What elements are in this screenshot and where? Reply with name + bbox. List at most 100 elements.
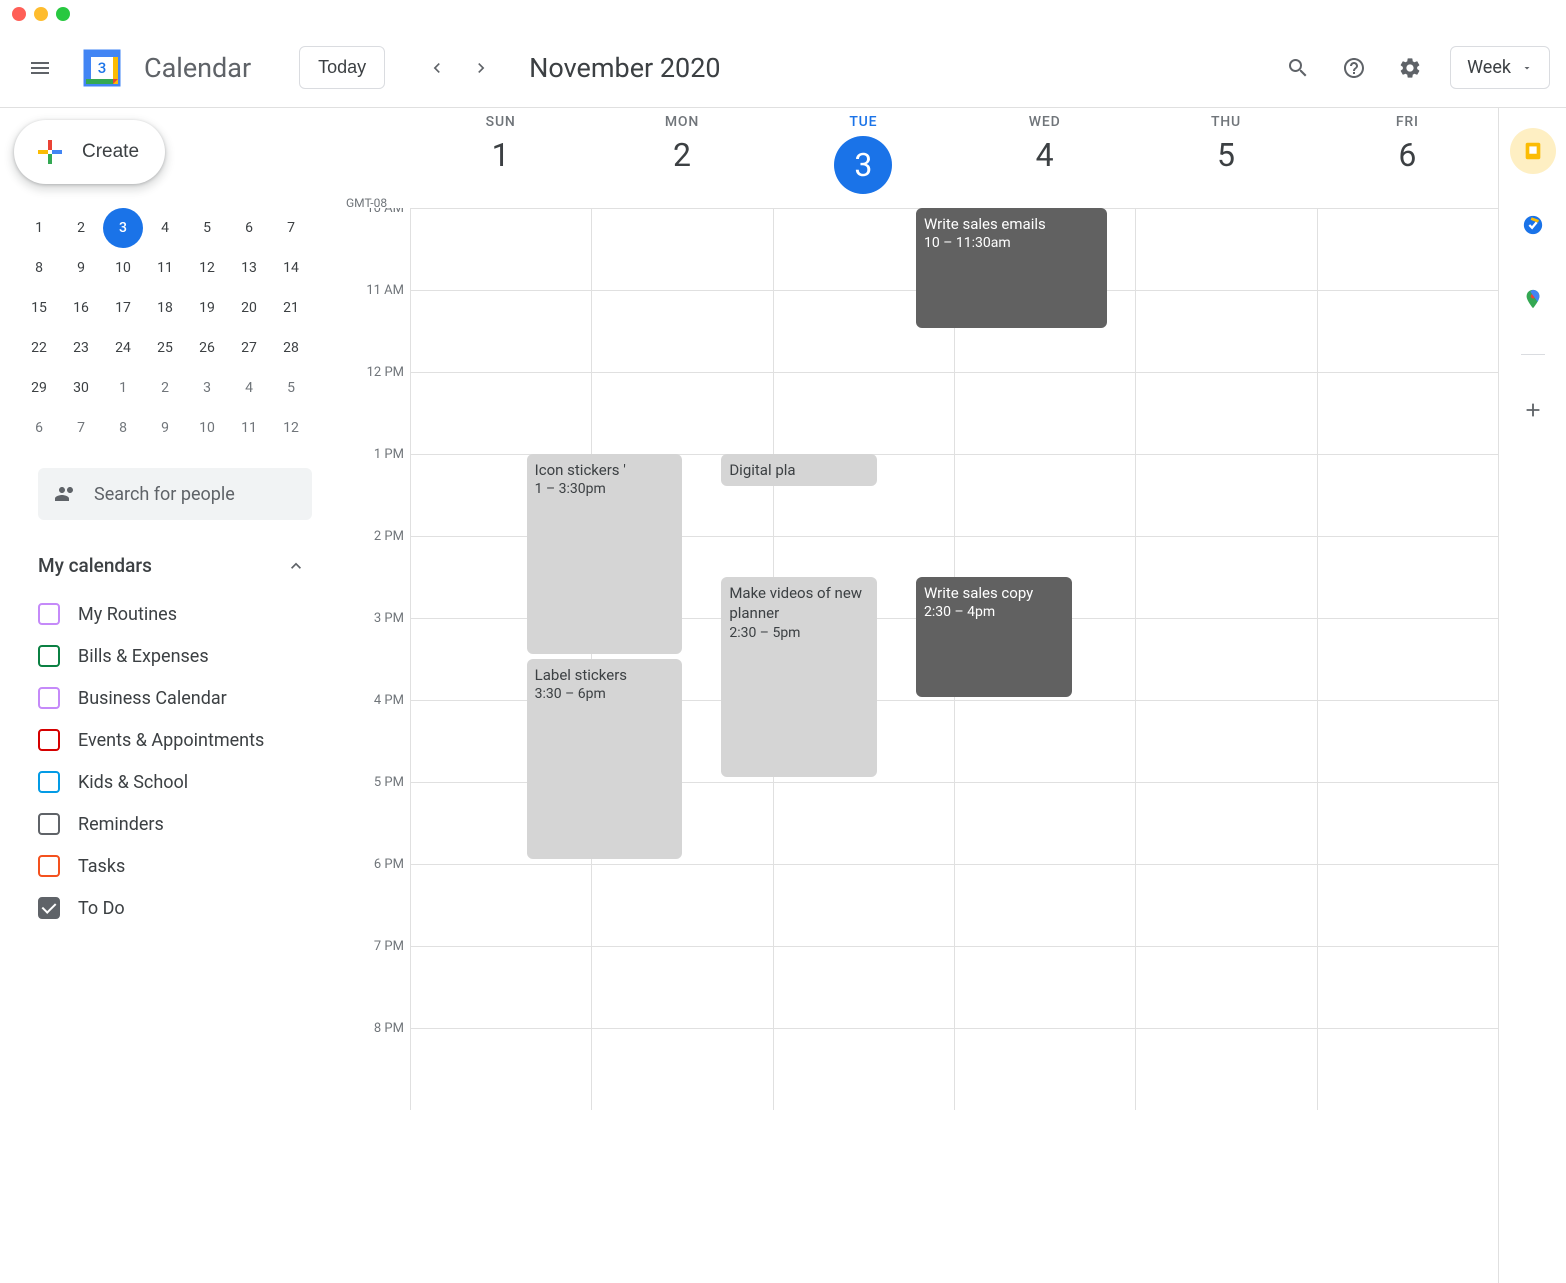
time-slot[interactable] xyxy=(1317,455,1498,536)
time-slot[interactable] xyxy=(1135,947,1316,1028)
time-slot[interactable] xyxy=(1317,701,1498,782)
mini-calendar-day[interactable]: 24 xyxy=(103,328,143,368)
time-slot[interactable] xyxy=(1317,947,1498,1028)
time-slot[interactable] xyxy=(954,1029,1135,1110)
calendar-checkbox[interactable] xyxy=(38,897,60,919)
mini-calendar-day[interactable]: 22 xyxy=(19,328,59,368)
calendar-item[interactable]: To Do xyxy=(38,887,306,929)
time-slot[interactable] xyxy=(954,373,1135,454)
mini-calendar-day[interactable]: 27 xyxy=(229,328,269,368)
calendar-event[interactable]: Write sales emails10 – 11:30am xyxy=(916,208,1107,328)
mini-calendar-day[interactable]: 3 xyxy=(187,368,227,408)
next-week-button[interactable] xyxy=(461,48,501,88)
time-slot[interactable] xyxy=(954,455,1135,536)
calendar-item[interactable]: Events & Appointments xyxy=(38,719,306,761)
mini-calendar-day[interactable]: 12 xyxy=(271,408,311,448)
mini-calendar-day[interactable]: 1 xyxy=(103,368,143,408)
mini-calendar-day[interactable]: 25 xyxy=(145,328,185,368)
mini-calendar-day[interactable]: 5 xyxy=(187,208,227,248)
mini-calendar-day[interactable]: 11 xyxy=(229,408,269,448)
my-calendars-toggle[interactable]: My calendars xyxy=(38,546,306,585)
time-slot[interactable] xyxy=(591,865,772,946)
mini-calendar-day[interactable]: 16 xyxy=(61,288,101,328)
calendar-checkbox[interactable] xyxy=(38,855,60,877)
mini-calendar-day[interactable]: 11 xyxy=(145,248,185,288)
mini-calendar-day[interactable]: 14 xyxy=(271,248,311,288)
mini-calendar-day[interactable]: 3 xyxy=(103,208,143,248)
mini-calendar-day[interactable]: 10 xyxy=(187,408,227,448)
mini-calendar-day[interactable]: 29 xyxy=(19,368,59,408)
tasks-button[interactable] xyxy=(1510,202,1556,248)
calendar-item[interactable]: Bills & Expenses xyxy=(38,635,306,677)
mini-calendar-day[interactable]: 20 xyxy=(229,288,269,328)
time-slot[interactable] xyxy=(1135,701,1316,782)
calendar-item[interactable]: Tasks xyxy=(38,845,306,887)
time-slot[interactable] xyxy=(1135,373,1316,454)
day-header[interactable]: MON2 xyxy=(591,108,772,208)
mini-calendar-day[interactable]: 23 xyxy=(61,328,101,368)
mini-calendar-day[interactable]: 1 xyxy=(19,208,59,248)
mini-calendar-day[interactable]: 5 xyxy=(271,368,311,408)
mini-calendar-day[interactable]: 4 xyxy=(145,208,185,248)
calendar-item[interactable]: Reminders xyxy=(38,803,306,845)
support-button[interactable] xyxy=(1330,44,1378,92)
calendar-event[interactable]: Digital pla xyxy=(721,454,877,486)
time-slot[interactable] xyxy=(773,865,954,946)
time-slot[interactable] xyxy=(1317,783,1498,864)
close-window-button[interactable] xyxy=(12,7,26,21)
mini-calendar-day[interactable]: 12 xyxy=(187,248,227,288)
mini-calendar-day[interactable]: 18 xyxy=(145,288,185,328)
mini-calendar-day[interactable]: 15 xyxy=(19,288,59,328)
time-slot[interactable] xyxy=(410,947,591,1028)
time-slot[interactable] xyxy=(1135,865,1316,946)
mini-calendar-day[interactable]: 26 xyxy=(187,328,227,368)
time-slot[interactable] xyxy=(1135,455,1316,536)
time-slot[interactable] xyxy=(1135,209,1316,290)
mini-calendar-day[interactable]: 4 xyxy=(229,368,269,408)
time-slot[interactable] xyxy=(1317,537,1498,618)
mini-calendar-day[interactable]: 7 xyxy=(61,408,101,448)
time-slot[interactable] xyxy=(954,701,1135,782)
calendar-checkbox[interactable] xyxy=(38,771,60,793)
mini-calendar-day[interactable]: 8 xyxy=(103,408,143,448)
time-slot[interactable] xyxy=(410,291,591,372)
day-header[interactable]: WED4 xyxy=(954,108,1135,208)
time-slot[interactable] xyxy=(1135,1029,1316,1110)
time-slot[interactable] xyxy=(954,865,1135,946)
today-button[interactable]: Today xyxy=(299,46,385,89)
mini-calendar-day[interactable]: 28 xyxy=(271,328,311,368)
mini-calendar-day[interactable]: 2 xyxy=(61,208,101,248)
mini-calendar-day[interactable]: 21 xyxy=(271,288,311,328)
day-header[interactable]: FRI6 xyxy=(1317,108,1498,208)
time-slot[interactable] xyxy=(591,373,772,454)
calendar-event[interactable]: Make videos of new planner2:30 – 5pm xyxy=(721,577,877,777)
prev-week-button[interactable] xyxy=(417,48,457,88)
calendar-checkbox[interactable] xyxy=(38,687,60,709)
search-button[interactable] xyxy=(1274,44,1322,92)
mini-calendar-day[interactable]: 13 xyxy=(229,248,269,288)
mini-calendar-day[interactable]: 6 xyxy=(19,408,59,448)
time-slot[interactable] xyxy=(1135,291,1316,372)
time-slot[interactable] xyxy=(591,947,772,1028)
calendar-event[interactable]: Icon stickers '1 – 3:30pm xyxy=(527,454,683,654)
mini-calendar-day[interactable]: 7 xyxy=(271,208,311,248)
time-slot[interactable] xyxy=(410,373,591,454)
mini-calendar-day[interactable]: 19 xyxy=(187,288,227,328)
calendar-event[interactable]: Write sales copy2:30 – 4pm xyxy=(916,577,1072,697)
mini-calendar-day[interactable]: 6 xyxy=(229,208,269,248)
calendar-checkbox[interactable] xyxy=(38,729,60,751)
settings-button[interactable] xyxy=(1386,44,1434,92)
time-slot[interactable] xyxy=(410,1029,591,1110)
time-slot[interactable] xyxy=(954,947,1135,1028)
time-slot[interactable] xyxy=(1317,373,1498,454)
time-slot[interactable] xyxy=(773,1029,954,1110)
mini-calendar-day[interactable]: 17 xyxy=(103,288,143,328)
time-slot[interactable] xyxy=(773,373,954,454)
day-header[interactable]: TUE3 xyxy=(773,108,954,208)
time-slot[interactable] xyxy=(1135,783,1316,864)
minimize-window-button[interactable] xyxy=(34,7,48,21)
day-header[interactable]: THU5 xyxy=(1135,108,1316,208)
time-slot[interactable] xyxy=(1135,537,1316,618)
mini-calendar-day[interactable]: 9 xyxy=(61,248,101,288)
time-slot[interactable] xyxy=(410,209,591,290)
